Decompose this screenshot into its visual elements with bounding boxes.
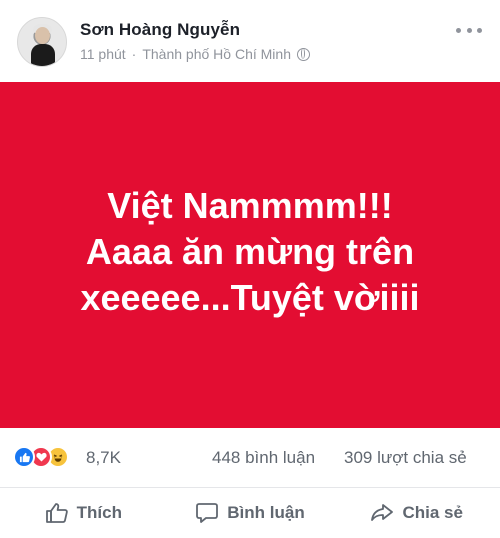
share-count[interactable]: 309 lượt chia sẻ xyxy=(344,448,467,468)
author-name[interactable]: Sơn Hoàng Nguyễn xyxy=(80,20,240,40)
avatar[interactable] xyxy=(17,17,67,67)
facebook-post: Sơn Hoàng Nguyễn 11 phút · Thành phố Hồ … xyxy=(0,0,500,538)
status-text: Việt Nammmm!!! Aaaa ăn mừng trên xeeeee.… xyxy=(80,185,420,318)
post-meta: 11 phút · Thành phố Hồ Chí Minh xyxy=(80,46,310,62)
comment-icon xyxy=(196,503,219,523)
reaction-icons[interactable] xyxy=(13,446,69,468)
post-header: Sơn Hoàng Nguyễn 11 phút · Thành phố Hồ … xyxy=(0,0,500,82)
comment-label: Bình luận xyxy=(227,503,305,522)
reaction-count[interactable]: 8,7K xyxy=(86,448,121,468)
share-button[interactable]: Chia sẻ xyxy=(333,488,500,538)
like-label: Thích xyxy=(76,503,122,522)
action-bar: Thích Bình luận Chia sẻ xyxy=(0,488,500,538)
like-icon xyxy=(13,446,35,468)
comment-count[interactable]: 448 bình luận xyxy=(212,448,315,468)
share-label: Chia sẻ xyxy=(402,503,463,522)
meta-separator: · xyxy=(131,46,137,62)
share-icon xyxy=(371,504,394,521)
comment-button[interactable]: Bình luận xyxy=(167,488,334,538)
post-location[interactable]: Thành phố Hồ Chí Minh xyxy=(142,46,291,62)
thumbs-up-icon xyxy=(45,503,68,523)
more-icon[interactable] xyxy=(456,24,482,36)
globe-icon xyxy=(296,47,310,61)
like-button[interactable]: Thích xyxy=(0,488,167,538)
post-time[interactable]: 11 phút xyxy=(80,46,126,62)
reactions-row: 8,7K 448 bình luận 309 lượt chia sẻ xyxy=(0,428,500,488)
status-card: Việt Nammmm!!! Aaaa ăn mừng trên xeeeee.… xyxy=(0,82,500,428)
